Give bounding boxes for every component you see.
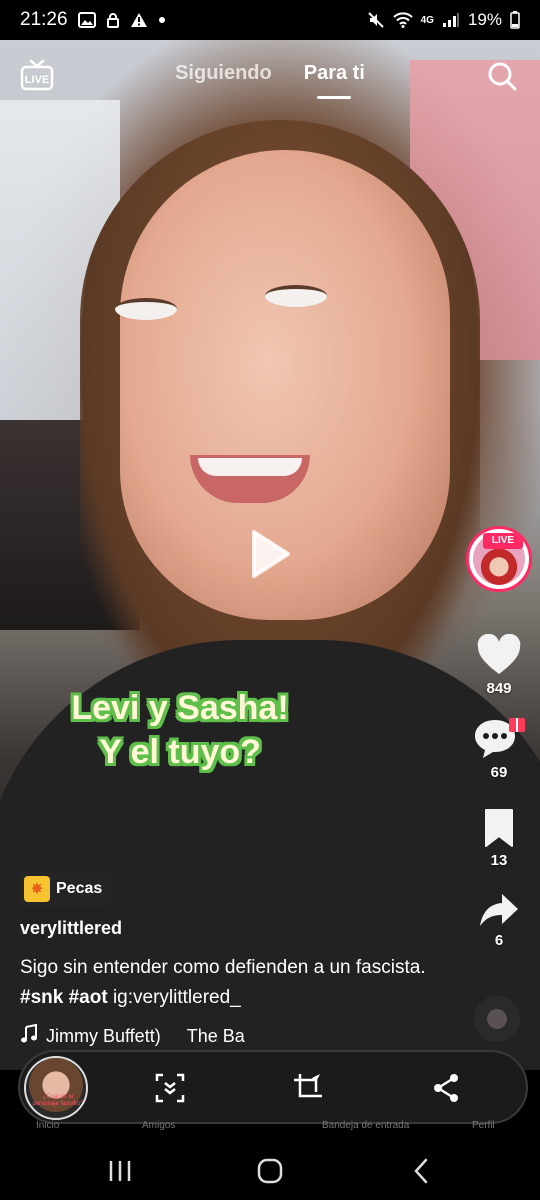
effect-name: Pecas (56, 880, 103, 897)
description-tail: ig:verylittlered_ (112, 987, 241, 1008)
post-description: Sigo sin entender como defienden a un fa… (20, 953, 440, 1013)
save-button[interactable]: 13 (466, 808, 532, 869)
tab-for-you-label: Para ti (303, 62, 365, 84)
comment-count: 69 (490, 764, 508, 781)
capture-toolbar: ¿Cuál es tu personaje favorito? (18, 1050, 528, 1124)
like-count: 849 (486, 680, 512, 697)
share-arrow-icon (480, 894, 518, 926)
lock-icon (106, 12, 120, 28)
recents-icon (109, 1161, 131, 1181)
bookmark-icon (485, 809, 513, 847)
video-caption-sticker: Levi y Sasha! Y el tuyo? (0, 686, 360, 774)
status-time: 21:26 (20, 9, 68, 30)
play-icon[interactable] (250, 530, 290, 578)
status-bar: 21:26 4G 19% (0, 0, 540, 40)
search-icon (488, 62, 517, 91)
app-bottom-nav: Inicio Amigos Bandeja de entrada Perfil (0, 1120, 540, 1138)
scroll-capture-button[interactable] (154, 1072, 186, 1104)
tab-following[interactable]: Siguiendo (175, 62, 272, 85)
caption-line-1: Levi y Sasha! (71, 689, 289, 727)
nav-home[interactable]: Inicio (36, 1120, 59, 1131)
creator-username[interactable]: verylittlered (20, 918, 122, 939)
live-badge: LIVE (483, 533, 523, 549)
save-count: 13 (490, 852, 508, 869)
battery-percent: 19% (467, 10, 502, 29)
battery-charging-icon (510, 11, 520, 29)
crop-edit-icon (294, 1074, 322, 1098)
person-eye-right (265, 285, 327, 307)
home-button[interactable] (256, 1158, 284, 1184)
home-icon (257, 1158, 283, 1184)
comment-button[interactable]: 69 (466, 716, 532, 781)
signal-icon (442, 12, 460, 28)
mute-icon (367, 11, 385, 29)
music-info[interactable]: Jimmy Buffett) The Ba (20, 1023, 245, 1049)
person-teeth (198, 458, 302, 476)
system-nav-bar (0, 1138, 540, 1200)
share-nodes-icon (434, 1074, 458, 1102)
creator-live-avatar[interactable]: LIVE (466, 526, 532, 592)
back-icon (414, 1158, 428, 1184)
screenshot-thumbnail[interactable]: ¿Cuál es tu personaje favorito? (24, 1056, 88, 1120)
nav-friends[interactable]: Amigos (142, 1120, 175, 1131)
caption-line-2: Y el tuyo? (99, 733, 261, 771)
heart-icon (477, 634, 521, 674)
music-note-icon (20, 1023, 38, 1049)
music-title-part2: The Ba (186, 1026, 245, 1046)
like-button[interactable]: 849 (466, 634, 532, 697)
comment-icon (475, 718, 525, 758)
active-tab-indicator (317, 96, 352, 99)
feed-tabs: Siguiendo Para ti (0, 62, 540, 99)
recents-button[interactable] (106, 1158, 134, 1184)
share-screenshot-button[interactable] (430, 1072, 462, 1104)
effect-chip[interactable]: ✸ Pecas (20, 872, 113, 906)
nav-profile[interactable]: Perfil (472, 1120, 495, 1131)
back-button[interactable] (408, 1158, 436, 1184)
nav-inbox[interactable]: Bandeja de entrada (322, 1120, 409, 1131)
share-button[interactable]: 6 (466, 892, 532, 949)
notification-dot-icon (158, 16, 166, 24)
person-eye-left (115, 298, 177, 320)
crop-edit-button[interactable] (292, 1072, 324, 1104)
music-title-part1: Jimmy Buffett) (46, 1026, 161, 1046)
hashtag-link[interactable]: #snk (20, 987, 63, 1008)
music-disc[interactable] (468, 990, 526, 1048)
description-text: Sigo sin entender como defienden a un fa… (20, 957, 426, 978)
thumbnail-text: ¿Cuál es tu personaje favorito? (32, 1094, 84, 1107)
search-button[interactable] (486, 60, 518, 92)
hashtag-link[interactable]: #aot (69, 987, 108, 1008)
effect-sparkle-icon: ✸ (24, 876, 50, 902)
scroll-capture-icon (155, 1073, 185, 1103)
network-type: 4G (420, 14, 434, 26)
share-count: 6 (494, 932, 504, 949)
tab-for-you[interactable]: Para ti (303, 62, 365, 99)
warning-icon (130, 12, 148, 28)
wifi-icon (392, 12, 413, 28)
gallery-icon (77, 12, 96, 28)
